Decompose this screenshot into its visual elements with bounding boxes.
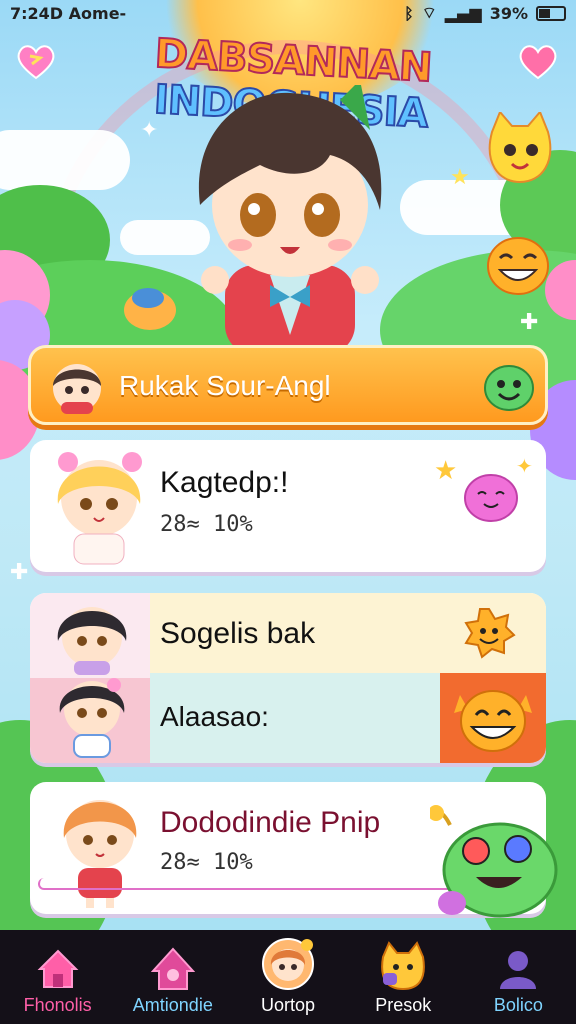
orange-hair-chibi-avatar xyxy=(63,800,137,908)
heart-icon[interactable] xyxy=(518,42,558,80)
heart-icon[interactable] xyxy=(16,42,56,80)
status-bar: 7:24D Aome- ᛒ ⌔ ▂▄▆ 39% xyxy=(0,0,576,26)
star-icon: ★ xyxy=(434,456,458,486)
battery-percent: 39% xyxy=(489,3,528,23)
card-stat: 28≈ 10% xyxy=(160,850,253,875)
orange-grin-creature-icon xyxy=(454,690,532,752)
bottom-tab-bar: Fhonolis Amtiondie Uortop Presok Bolico xyxy=(0,930,576,1024)
battery-icon xyxy=(536,5,566,21)
sparkle-icon: ✚ xyxy=(10,560,29,585)
dark-hair-chibi-avatar xyxy=(57,607,127,675)
card-stat: 28≈ 10% xyxy=(160,512,253,537)
card-name: Sogelis bak xyxy=(160,617,316,650)
user-profile-icon xyxy=(500,951,537,989)
tab-label: Bolico xyxy=(493,995,543,1015)
green-monster-creature-icon xyxy=(430,805,558,918)
character-card[interactable]: Kagtedp:! 28≈ 10% ★ ✦ xyxy=(30,440,546,572)
status-time: 7:24D Aome- xyxy=(10,3,127,23)
card-subtitle: Alaasao: xyxy=(160,701,269,732)
sparkle-icon: ★ xyxy=(450,165,470,190)
featured-banner-button[interactable]: Rukak Sour-Angl xyxy=(28,345,548,425)
home-icon xyxy=(37,949,79,988)
hut-icon xyxy=(150,947,195,990)
tab-label: Presok xyxy=(375,995,432,1015)
spiky-orange-creature-icon xyxy=(464,608,516,659)
bluetooth-icon: ᛒ xyxy=(404,3,414,23)
bird-creature-icon xyxy=(124,288,176,330)
yellow-cat-creature-icon xyxy=(488,112,552,184)
blonde-chibi-avatar xyxy=(57,452,142,565)
banner-label: Rukak Sour-Angl xyxy=(119,370,331,401)
signal-icon: ▂▄▆ xyxy=(444,3,482,23)
wifi-icon: ⌔ xyxy=(421,3,437,22)
pink-blob-creature-icon xyxy=(464,474,518,522)
tab-amtiondie[interactable]: Amtiondie xyxy=(115,930,230,1024)
card-name: Dododindie Pnip xyxy=(160,806,381,839)
dark-hair-chibi-avatar-2 xyxy=(59,678,125,758)
sparkle-icon: ✚ xyxy=(520,310,539,335)
green-blob-creature-icon xyxy=(484,365,534,411)
card-name: Kagtedp:! xyxy=(160,466,289,499)
cloud xyxy=(0,130,130,190)
tab-fhonolis[interactable]: Fhonolis xyxy=(0,930,115,1024)
main-character-illustration xyxy=(198,85,382,345)
orange-smiley-creature-icon xyxy=(487,237,549,295)
profile-avatar-icon xyxy=(262,938,314,990)
tab-presok[interactable]: Presok xyxy=(346,930,461,1024)
chibi-avatar-icon xyxy=(53,364,101,414)
tab-bolico[interactable]: Bolico xyxy=(461,930,576,1024)
pet-creature-icon xyxy=(381,941,426,991)
tab-label: Amtiondie xyxy=(132,995,213,1015)
tab-label: Uortop xyxy=(260,995,316,1015)
tab-uortop[interactable]: Uortop xyxy=(230,930,345,1024)
progress-track xyxy=(38,878,458,890)
character-card-group[interactable]: Sogelis bak Alaasao: xyxy=(30,593,546,763)
tab-label: Fhonolis xyxy=(23,995,92,1015)
